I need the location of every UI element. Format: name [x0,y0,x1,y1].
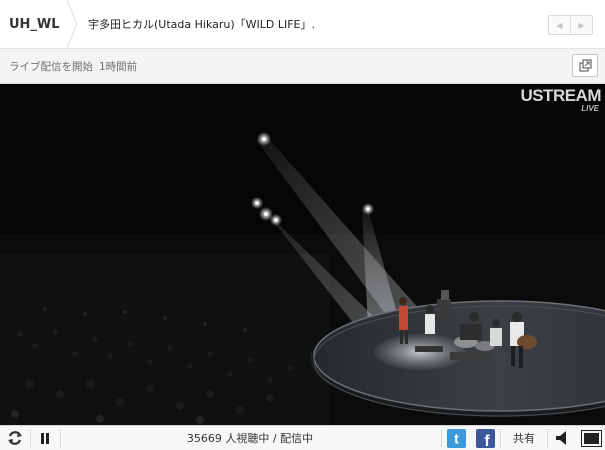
channel-nav: ◀ ▶ [548,15,593,35]
divider [500,429,501,447]
pause-button[interactable] [32,426,58,450]
divider [30,429,31,447]
pause-icon [41,432,49,444]
popout-icon [578,59,592,72]
breadcrumb-separator-icon [66,0,78,48]
status-text: ライブ配信を開始 [9,60,93,73]
video-title: 宇多田ヒカル(Utada Hikaru)「WILD LIFE」. [88,18,316,31]
viewer-count: 35669 人視聴中 / 配信中 [186,432,314,445]
popout-button[interactable] [572,54,598,77]
share-button[interactable]: 共有 [503,426,545,450]
player-controls: 35669 人視聴中 / 配信中 t f 共有 [0,425,605,450]
ustream-logo: USTREAM LIVE [520,86,601,113]
refresh-button[interactable] [2,426,28,450]
facebook-share-button[interactable]: f [474,426,496,450]
svg-text:f: f [484,433,490,448]
logo-brand: USTREAM [520,86,601,105]
refresh-icon [8,431,22,445]
fullscreen-button[interactable] [578,426,604,450]
logo-live: LIVE [581,104,599,113]
prev-arrow-icon[interactable]: ◀ [549,16,571,34]
next-arrow-icon[interactable]: ▶ [571,16,592,34]
player-header: UH_WL 宇多田ヒカル(Utada Hikaru)「WILD LIFE」. ◀… [0,0,605,49]
twitter-share-button[interactable]: t [445,426,467,450]
svg-text:t: t [454,430,459,446]
divider [547,429,548,447]
status-bar: ライブ配信を開始 1時間前 [0,49,605,84]
broadcast-status: ライブ配信を開始 1時間前 [9,49,137,83]
channel-name[interactable]: UH_WL [0,0,74,48]
fullscreen-icon [580,429,602,447]
twitter-icon: t [446,428,466,448]
status-time: 1時間前 [99,60,138,73]
volume-icon [556,431,566,445]
video-player[interactable]: USTREAM LIVE [0,84,605,425]
facebook-icon: f [475,428,495,448]
volume-button[interactable] [550,426,574,450]
concert-stage-video-frame [0,84,605,425]
divider [441,429,442,447]
